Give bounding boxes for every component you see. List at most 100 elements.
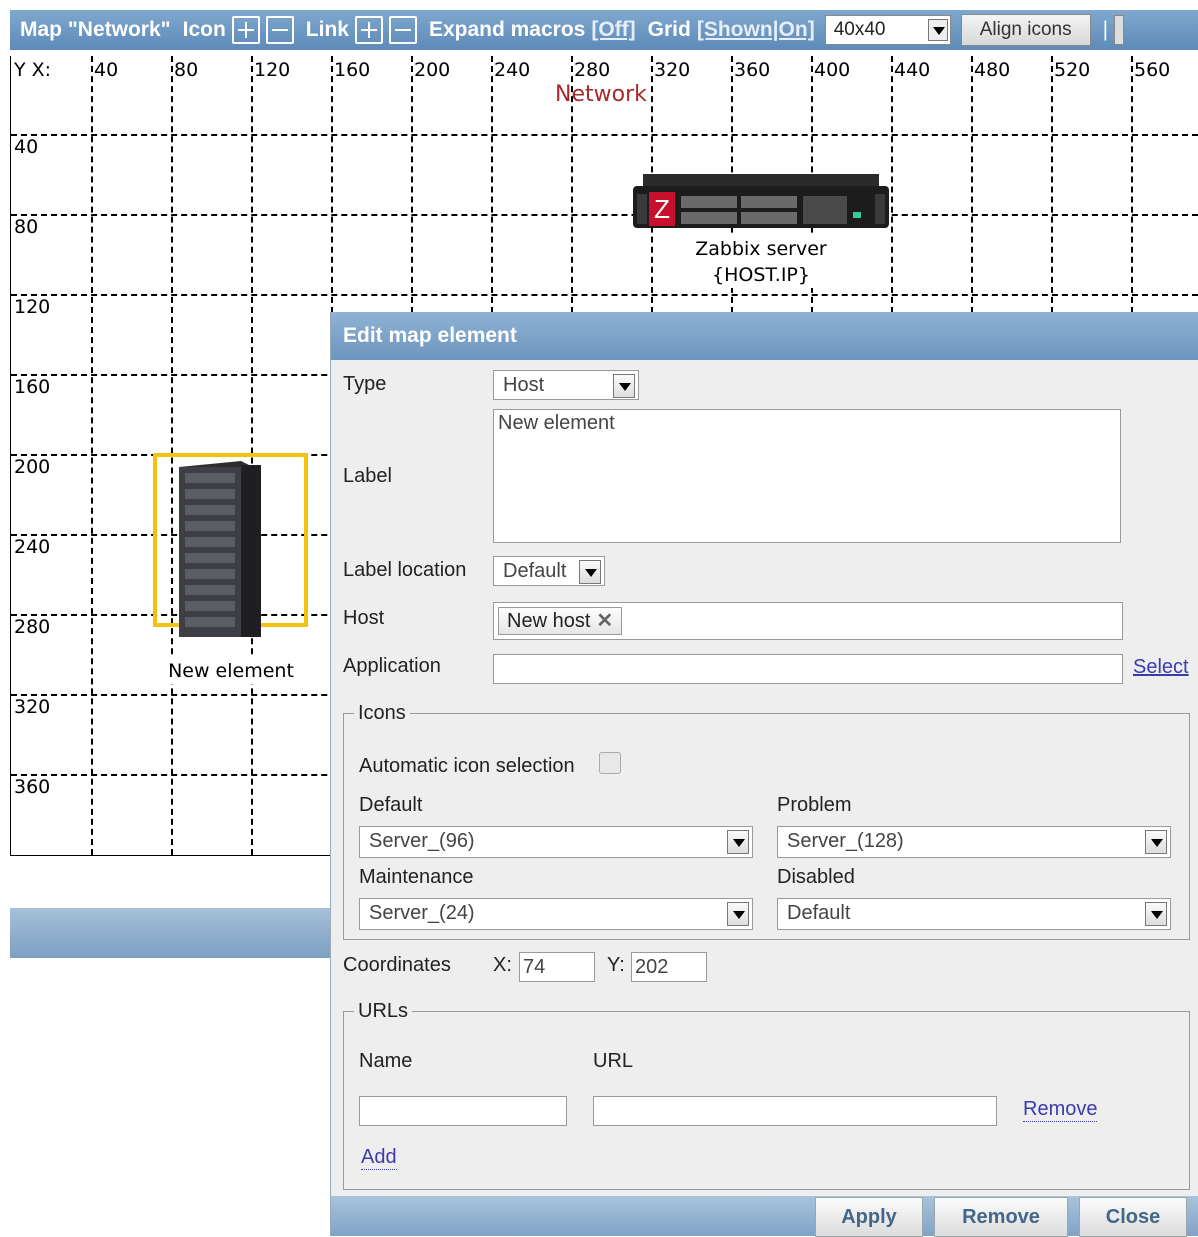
expand-macros-toggle[interactable]: [Off] bbox=[591, 18, 635, 42]
urls-fieldset: URLs bbox=[343, 1000, 1190, 1190]
urls-legend: URLs bbox=[358, 1000, 409, 1022]
chevron-down-icon bbox=[1145, 830, 1167, 854]
x-tick-label: 280 bbox=[573, 59, 612, 81]
add-icon-button[interactable] bbox=[231, 16, 260, 44]
x-tick-label: 320 bbox=[653, 59, 692, 81]
toolbar-separator: | bbox=[1102, 18, 1109, 41]
remove-url-link[interactable]: Remove bbox=[1023, 1098, 1098, 1122]
x-tick-label: 400 bbox=[813, 59, 852, 81]
map-toolbar: Map "Network" Icon Link Expand macros [O… bbox=[10, 10, 1198, 50]
icon-label: Icon bbox=[182, 18, 226, 41]
grid-line bbox=[11, 294, 1198, 296]
svg-text:Z: Z bbox=[654, 194, 670, 224]
y-tick-label: 120 bbox=[13, 296, 52, 318]
grid-label: Grid bbox=[647, 18, 691, 41]
auto-icon-checkbox[interactable] bbox=[599, 752, 621, 774]
problem-icon-label: Problem bbox=[777, 794, 852, 816]
x-tick-label: 240 bbox=[493, 59, 532, 81]
apply-button[interactable]: Apply bbox=[815, 1197, 923, 1237]
remove-link-button[interactable] bbox=[388, 16, 417, 44]
maintenance-icon-select[interactable]: Server_(24) bbox=[359, 898, 753, 930]
grid-toggle[interactable]: [Shown|On] bbox=[697, 18, 815, 42]
x-tick-label: 80 bbox=[173, 59, 200, 81]
grid-size-value: 40x40 bbox=[833, 19, 886, 40]
rack-server-icon: Z bbox=[633, 174, 889, 228]
grid-line bbox=[11, 134, 1198, 136]
x-tick-label: 360 bbox=[733, 59, 772, 81]
label-label: Label bbox=[343, 465, 392, 487]
y-tick-label: 280 bbox=[13, 616, 52, 638]
url-header: URL bbox=[593, 1050, 634, 1072]
x-tick-label: 120 bbox=[253, 59, 292, 81]
element-label-line: Zabbix server bbox=[695, 238, 827, 260]
new-element-label: New element bbox=[151, 658, 311, 684]
y-tick-label: 80 bbox=[13, 216, 40, 238]
url-name-input[interactable] bbox=[359, 1096, 567, 1126]
x-tick-label: 40 bbox=[93, 59, 120, 81]
zabbix-server-label: Zabbix server {HOST.IP} bbox=[671, 236, 851, 288]
tower-server-icon bbox=[179, 461, 261, 637]
disabled-icon-label: Disabled bbox=[777, 866, 855, 888]
url-input[interactable] bbox=[593, 1096, 997, 1126]
label-location-label: Label location bbox=[343, 559, 467, 581]
type-select[interactable]: Host bbox=[493, 370, 639, 400]
element-label-line: {HOST.IP} bbox=[712, 264, 810, 286]
selected-element-frame[interactable] bbox=[153, 453, 308, 637]
remove-button[interactable]: Remove bbox=[934, 1197, 1068, 1237]
y-coordinate-label: Y: bbox=[607, 954, 625, 976]
host-multiselect[interactable]: New host ✕ bbox=[493, 602, 1123, 640]
x-tick-label: 520 bbox=[1053, 59, 1092, 81]
chevron-down-icon bbox=[727, 830, 749, 854]
label-location-value: Default bbox=[503, 560, 567, 582]
coordinates-label: Coordinates bbox=[343, 954, 451, 976]
chevron-down-icon bbox=[927, 19, 948, 41]
auto-icon-label: Automatic icon selection bbox=[359, 755, 575, 777]
close-button[interactable]: Close bbox=[1079, 1197, 1187, 1237]
icons-legend: Icons bbox=[358, 702, 406, 724]
host-chip[interactable]: New host ✕ bbox=[498, 607, 623, 635]
default-icon-label: Default bbox=[359, 794, 423, 816]
dialog-title: Edit map element bbox=[331, 312, 1198, 360]
y-tick-label: 160 bbox=[13, 376, 52, 398]
maintenance-icon-value: Server_(24) bbox=[369, 902, 475, 924]
align-icons-button[interactable]: Align icons bbox=[960, 14, 1091, 46]
link-label: Link bbox=[305, 18, 349, 41]
x-tick-label: 480 bbox=[973, 59, 1012, 81]
x-coordinate-label: X: bbox=[493, 954, 512, 976]
x-tick-label: 560 bbox=[1133, 59, 1172, 81]
problem-icon-value: Server_(128) bbox=[787, 830, 904, 852]
y-tick-label: 360 bbox=[13, 776, 52, 798]
select-application-link[interactable]: Select bbox=[1133, 656, 1189, 679]
label-text: New element bbox=[498, 412, 615, 434]
y-tick-label: 320 bbox=[13, 696, 52, 718]
x-tick-label: 200 bbox=[413, 59, 452, 81]
toolbar-more-button[interactable] bbox=[1114, 15, 1125, 45]
zabbix-server-element[interactable]: Z bbox=[631, 172, 891, 232]
default-icon-select[interactable]: Server_(96) bbox=[359, 826, 753, 858]
chevron-down-icon bbox=[613, 374, 635, 398]
label-textarea[interactable]: New element bbox=[493, 409, 1121, 543]
add-link-button[interactable] bbox=[354, 16, 383, 44]
grid-size-select[interactable]: 40x40 bbox=[824, 15, 951, 45]
maintenance-icon-label: Maintenance bbox=[359, 866, 474, 888]
grid-corner-label: Y X: bbox=[13, 59, 53, 81]
expand-macros-label: Expand macros bbox=[428, 18, 586, 41]
add-url-link[interactable]: Add bbox=[361, 1146, 397, 1170]
x-tick-label: 160 bbox=[333, 59, 372, 81]
map-name-label: Network bbox=[555, 82, 647, 107]
map-title: Map "Network" bbox=[20, 18, 171, 41]
remove-icon-button[interactable] bbox=[265, 16, 294, 44]
url-name-header: Name bbox=[359, 1050, 413, 1072]
x-coordinate-input[interactable]: 74 bbox=[519, 952, 595, 982]
y-tick-label: 200 bbox=[13, 456, 52, 478]
application-input[interactable] bbox=[493, 654, 1123, 684]
y-coordinate-input[interactable]: 202 bbox=[631, 952, 707, 982]
label-location-select[interactable]: Default bbox=[493, 556, 605, 586]
chevron-down-icon bbox=[727, 902, 749, 926]
disabled-icon-select[interactable]: Default bbox=[777, 898, 1171, 930]
chevron-down-icon bbox=[579, 560, 601, 584]
problem-icon-select[interactable]: Server_(128) bbox=[777, 826, 1171, 858]
default-icon-value: Server_(96) bbox=[369, 830, 475, 852]
type-label: Type bbox=[343, 373, 387, 395]
remove-chip-icon[interactable]: ✕ bbox=[596, 610, 613, 632]
